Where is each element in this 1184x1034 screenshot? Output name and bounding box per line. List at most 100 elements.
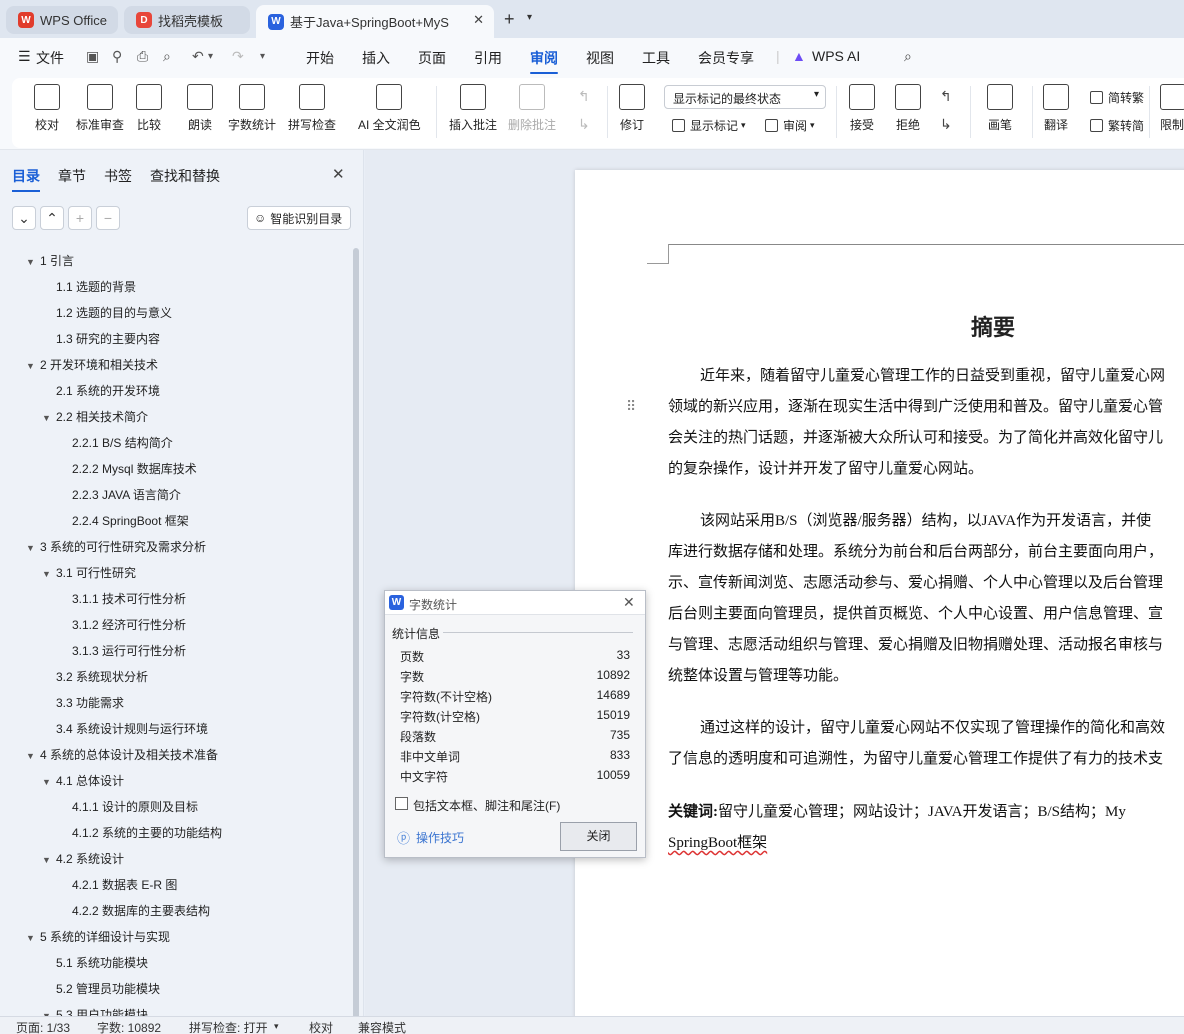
- save-icon[interactable]: ▣: [86, 48, 99, 65]
- proofread-button[interactable]: 校对: [34, 84, 60, 133]
- collapse-all-icon[interactable]: ⌄: [12, 206, 36, 230]
- close-icon[interactable]: ✕: [473, 12, 484, 28]
- scrollbar[interactable]: [353, 248, 359, 1028]
- toc-item[interactable]: 3.1.2 经济可行性分析: [58, 616, 186, 633]
- expand-toggle-icon[interactable]: ▼: [26, 751, 36, 761]
- tab-find-replace[interactable]: 查找和替换: [150, 166, 220, 186]
- menu-review[interactable]: 审阅: [530, 48, 558, 74]
- simp-to-trad-button[interactable]: 简转繁: [1090, 89, 1144, 106]
- spell-check-status[interactable]: 拼写检查: 打开: [189, 1019, 268, 1034]
- tips-link[interactable]: 操作技巧: [416, 829, 464, 846]
- undo-icon[interactable]: ↶: [192, 48, 204, 65]
- toc-item[interactable]: 1.2 选题的目的与意义: [42, 304, 172, 321]
- menu-reference[interactable]: 引用: [474, 48, 502, 68]
- menu-page[interactable]: 页面: [418, 48, 446, 68]
- include-notes-checkbox[interactable]: [395, 797, 408, 810]
- toc-item[interactable]: 4.1.2 系统的主要的功能结构: [58, 824, 222, 841]
- toc-item[interactable]: ▼ 2.2 相关技术简介: [42, 408, 148, 425]
- toc-item[interactable]: ▼ 4 系统的总体设计及相关技术准备: [26, 746, 218, 763]
- more-icon[interactable]: ▾: [260, 51, 265, 62]
- toc-item[interactable]: 4.2.1 数据表 E-R 图: [58, 876, 177, 893]
- tab-toc[interactable]: 目录: [12, 166, 40, 192]
- word-count-button[interactable]: 字数统计: [228, 84, 276, 133]
- toc-item[interactable]: 4.1.1 设计的原则及目标: [58, 798, 198, 815]
- next-change-icon[interactable]: ↳: [940, 116, 952, 133]
- ai-polish-button[interactable]: AI 全文润色: [358, 84, 421, 133]
- hamburger-icon[interactable]: ☰: [18, 48, 31, 65]
- expand-toggle-icon[interactable]: ▼: [26, 361, 36, 371]
- review-pane-button[interactable]: 审阅 ▾: [765, 117, 815, 134]
- markup-mode-select[interactable]: 显示标记的最终状态 ▾: [664, 85, 826, 109]
- translate-button[interactable]: 翻译: [1043, 84, 1069, 133]
- tab-document[interactable]: W 基于Java+SpringBoot+MyS ✕: [256, 5, 494, 38]
- trad-to-simp-button[interactable]: 繁转简: [1090, 117, 1144, 134]
- toc-item[interactable]: ▼ 3 系统的可行性研究及需求分析: [26, 538, 206, 555]
- drag-handle-icon[interactable]: ⠿: [626, 398, 636, 415]
- revise-button[interactable]: 修订: [619, 84, 645, 133]
- tab-wps-office[interactable]: W WPS Office: [6, 6, 118, 34]
- toc-item[interactable]: 2.2.3 JAVA 语言简介: [58, 486, 181, 503]
- chevron-down-icon[interactable]: ▾: [527, 12, 532, 23]
- menu-tools[interactable]: 工具: [642, 48, 670, 68]
- close-icon[interactable]: ✕: [332, 165, 345, 183]
- spell-check-button[interactable]: 拼写检查: [288, 84, 336, 133]
- tab-template[interactable]: D 找稻壳模板: [124, 6, 250, 34]
- expand-toggle-icon[interactable]: ▼: [26, 543, 36, 553]
- print-icon[interactable]: ⎙: [137, 48, 148, 65]
- toc-item[interactable]: 1.3 研究的主要内容: [42, 330, 160, 347]
- new-tab-icon[interactable]: +: [504, 9, 515, 30]
- reject-button[interactable]: 拒绝: [895, 84, 921, 133]
- expand-toggle-icon[interactable]: ▼: [26, 933, 36, 943]
- toc-item[interactable]: ▼ 5 系统的详细设计与实现: [26, 928, 170, 945]
- print-preview-icon[interactable]: ⌕: [163, 48, 171, 65]
- accept-button[interactable]: 接受: [849, 84, 875, 133]
- menu-insert[interactable]: 插入: [362, 48, 390, 68]
- toc-item[interactable]: ▼ 1 引言: [26, 252, 74, 269]
- toc-item[interactable]: ▼ 4.2 系统设计: [42, 850, 124, 867]
- toc-item[interactable]: 2.2.4 SpringBoot 框架: [58, 512, 189, 529]
- toc-item[interactable]: 5.2 管理员功能模块: [42, 980, 160, 997]
- remove-heading-icon[interactable]: −: [96, 206, 120, 230]
- tab-chapters[interactable]: 章节: [58, 166, 86, 186]
- restrict-button[interactable]: 限制: [1160, 84, 1184, 133]
- menu-file[interactable]: 文件: [36, 48, 64, 68]
- expand-toggle-icon[interactable]: ▼: [26, 257, 36, 267]
- document-page[interactable]: 摘要 近年来，随着留守儿童爱心管理工作的日益受到重视，留守儿童爱心网 领域的新兴应…: [575, 170, 1184, 1020]
- menu-start[interactable]: 开始: [306, 48, 334, 68]
- tab-bookmarks[interactable]: 书签: [104, 166, 132, 186]
- toc-item[interactable]: 2.1 系统的开发环境: [42, 382, 160, 399]
- pen-button[interactable]: 画笔: [987, 84, 1013, 133]
- menu-wps-ai[interactable]: WPS AI: [812, 48, 860, 64]
- toc-item[interactable]: ▼ 2 开发环境和相关技术: [26, 356, 158, 373]
- expand-toggle-icon[interactable]: ▼: [42, 413, 52, 423]
- compare-button[interactable]: 比较: [136, 84, 162, 133]
- toc-item[interactable]: 1.1 选题的背景: [42, 278, 136, 295]
- toc-item[interactable]: 2.2.1 B/S 结构简介: [58, 434, 173, 451]
- toc-item[interactable]: 3.2 系统现状分析: [42, 668, 148, 685]
- toc-item[interactable]: 5.1 系统功能模块: [42, 954, 148, 971]
- undo-menu-icon[interactable]: ▾: [208, 51, 213, 62]
- insert-comment-button[interactable]: 插入批注: [449, 84, 497, 133]
- menu-view[interactable]: 视图: [586, 48, 614, 68]
- share-icon[interactable]: ⚲: [112, 48, 122, 65]
- toc-item[interactable]: 4.2.2 数据库的主要表结构: [58, 902, 210, 919]
- proof-status[interactable]: 校对: [309, 1019, 333, 1034]
- word-count-status[interactable]: 字数: 10892: [97, 1019, 161, 1034]
- smart-toc-button[interactable]: ☺ 智能识别目录: [247, 206, 351, 230]
- read-aloud-button[interactable]: 朗读: [187, 84, 213, 133]
- search-icon[interactable]: ⌕: [904, 48, 912, 65]
- add-heading-icon[interactable]: +: [68, 206, 92, 230]
- show-markup-button[interactable]: 显示标记 ▾: [672, 117, 746, 134]
- expand-up-icon[interactable]: ⌃: [40, 206, 64, 230]
- toc-item[interactable]: 3.1.3 运行可行性分析: [58, 642, 186, 659]
- menu-member[interactable]: 会员专享: [698, 48, 754, 68]
- close-button[interactable]: 关闭: [560, 822, 637, 851]
- expand-toggle-icon[interactable]: ▼: [42, 569, 52, 579]
- expand-toggle-icon[interactable]: ▼: [42, 855, 52, 865]
- standard-review-button[interactable]: 标准审查: [76, 84, 124, 133]
- toc-item[interactable]: 3.4 系统设计规则与运行环境: [42, 720, 208, 737]
- toc-item[interactable]: 3.1.1 技术可行性分析: [58, 590, 186, 607]
- close-icon[interactable]: ✕: [623, 594, 635, 611]
- expand-toggle-icon[interactable]: ▼: [42, 777, 52, 787]
- toc-item[interactable]: 2.2.2 Mysql 数据库技术: [58, 460, 197, 477]
